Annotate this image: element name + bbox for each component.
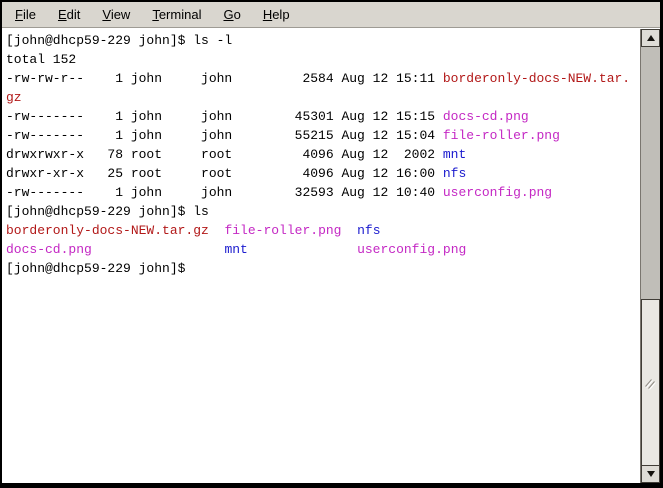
menu-item-mnemonic: E	[58, 7, 67, 22]
directory-name: mnt	[224, 242, 247, 257]
terminal-text: drwxrwxr-x 78 root root 4096 Aug 12 2002	[6, 147, 443, 162]
menu-item-mnemonic: F	[15, 7, 23, 22]
terminal-text: [john@dhcp59-229 john]$ ls -l	[6, 33, 232, 48]
terminal-line: [john@dhcp59-229 john]$ ls -l	[6, 31, 639, 50]
menu-item-label: o	[234, 7, 241, 22]
menu-item-label: dit	[67, 7, 81, 22]
menu-item-mnemonic: G	[223, 7, 233, 22]
terminal-window: FileEditViewTerminalGoHelp [john@dhcp59-…	[0, 0, 663, 488]
menu-item-go[interactable]: Go	[212, 3, 251, 26]
terminal-text: -rw------- 1 john john 55215 Aug 12 15:0…	[6, 128, 443, 143]
terminal-content: [john@dhcp59-229 john]$ ls -l total 152 -r…	[2, 28, 660, 483]
menu-item-file[interactable]: File	[4, 3, 47, 26]
filename-archive: gz	[6, 90, 22, 105]
filename-image: file-roller.png	[224, 223, 341, 238]
menu-item-label: ile	[23, 7, 36, 22]
filename-image: userconfig.png	[357, 242, 466, 257]
terminal-text: drwxr-xr-x 25 root root 4096 Aug 12 16:0…	[6, 166, 443, 181]
terminal-text	[341, 223, 357, 238]
grip-icon	[645, 375, 657, 390]
filename-image: file-roller.png	[443, 128, 560, 143]
scroll-up-button[interactable]	[641, 29, 660, 47]
terminal-line: [john@dhcp59-229 john]$	[6, 259, 639, 278]
menu-item-mnemonic: H	[263, 7, 272, 22]
terminal-line: -rw------- 1 john john 55215 Aug 12 15:0…	[6, 126, 639, 145]
terminal-text: -rw------- 1 john john 32593 Aug 12 10:4…	[6, 185, 443, 200]
menu-item-view[interactable]: View	[91, 3, 141, 26]
terminal-line: drwxr-xr-x 25 root root 4096 Aug 12 16:0…	[6, 164, 639, 183]
terminal-line: borderonly-docs-NEW.tar.gz file-roller.p…	[6, 221, 639, 240]
filename-archive: borderonly-docs-NEW.tar.	[443, 71, 630, 86]
terminal-line: -rw------- 1 john john 45301 Aug 12 15:1…	[6, 107, 639, 126]
terminal-line: docs-cd.png mnt userconfig.png	[6, 240, 639, 259]
terminal-text: [john@dhcp59-229 john]$ ls	[6, 204, 209, 219]
terminal-line: [john@dhcp59-229 john]$ ls	[6, 202, 639, 221]
menu-item-label: elp	[272, 7, 289, 22]
down-arrow-icon	[647, 471, 655, 477]
directory-name: nfs	[443, 166, 466, 181]
terminal-output[interactable]: [john@dhcp59-229 john]$ ls -l total 152 -r…	[2, 28, 639, 483]
terminal-line: total 152	[6, 50, 639, 69]
filename-image: userconfig.png	[443, 185, 552, 200]
terminal-text: -rw------- 1 john john 45301 Aug 12 15:1…	[6, 109, 443, 124]
menu-item-edit[interactable]: Edit	[47, 3, 91, 26]
filename-archive: borderonly-docs-NEW.tar.gz	[6, 223, 209, 238]
menu-bar: FileEditViewTerminalGoHelp	[2, 2, 660, 28]
terminal-text: -rw-rw-r-- 1 john john 2584 Aug 12 15:11	[6, 71, 443, 86]
terminal-text: total 152	[6, 52, 76, 67]
terminal-text	[92, 242, 225, 257]
menu-item-terminal[interactable]: Terminal	[141, 3, 212, 26]
filename-image: docs-cd.png	[6, 242, 92, 257]
terminal-line: gz	[6, 88, 639, 107]
menu-item-label: iew	[111, 7, 131, 22]
scrollbar[interactable]	[640, 29, 660, 483]
scroll-down-button[interactable]	[641, 465, 660, 483]
menu-item-label: erminal	[159, 7, 202, 22]
window-body: FileEditViewTerminalGoHelp [john@dhcp59-…	[2, 2, 660, 483]
directory-name: nfs	[357, 223, 380, 238]
up-arrow-icon	[647, 35, 655, 41]
menu-item-mnemonic: V	[102, 7, 110, 22]
terminal-line: -rw-rw-r-- 1 john john 2584 Aug 12 15:11…	[6, 69, 639, 88]
terminal-line: drwxrwxr-x 78 root root 4096 Aug 12 2002…	[6, 145, 639, 164]
terminal-text	[248, 242, 357, 257]
scrollbar-thumb[interactable]	[641, 299, 660, 466]
terminal-text: [john@dhcp59-229 john]$	[6, 261, 193, 276]
terminal-line: -rw------- 1 john john 32593 Aug 12 10:4…	[6, 183, 639, 202]
directory-name: mnt	[443, 147, 466, 162]
terminal-text	[209, 223, 225, 238]
filename-image: docs-cd.png	[443, 109, 529, 124]
menu-item-help[interactable]: Help	[252, 3, 301, 26]
